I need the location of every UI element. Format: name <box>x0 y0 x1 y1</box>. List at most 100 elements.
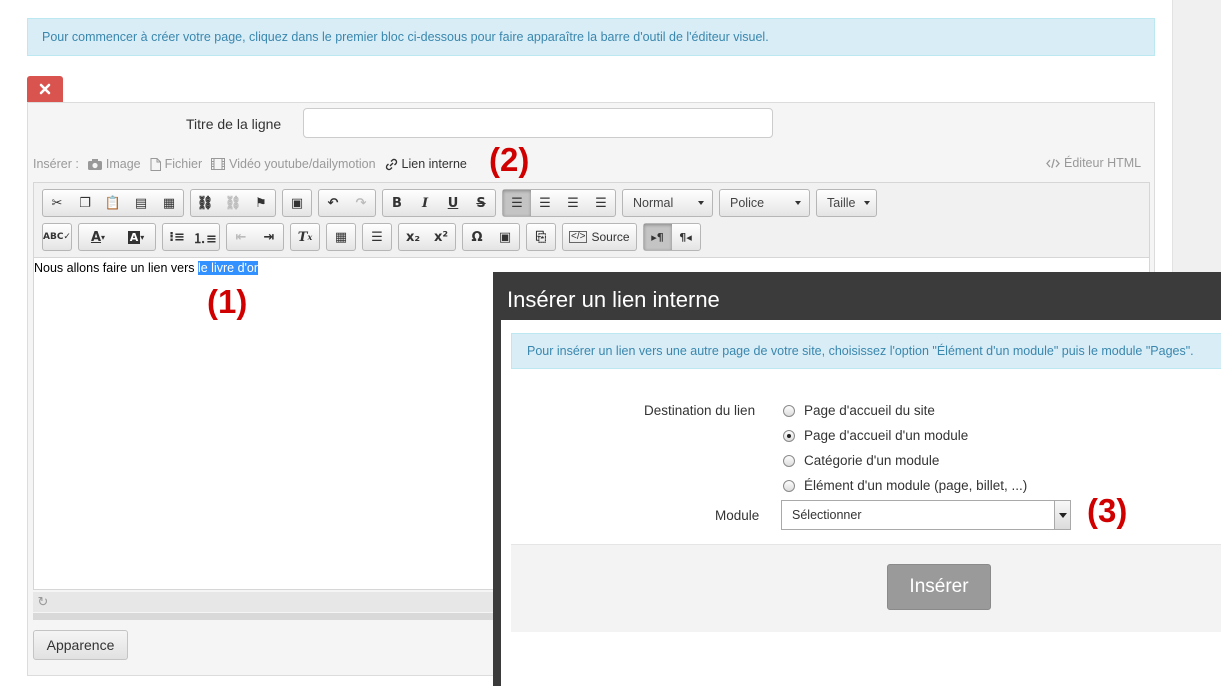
annotation-1: (1) <box>207 283 248 320</box>
align-center-icon[interactable]: ☰ <box>531 190 559 216</box>
delete-row-button[interactable] <box>27 76 63 102</box>
ltr-button[interactable]: ▸¶ <box>643 224 672 250</box>
insert-file-link[interactable]: Fichier <box>150 157 203 171</box>
cut-icon[interactable]: ✂ <box>43 190 71 216</box>
numbered-list-icon[interactable]: ⒈≡ <box>191 224 219 250</box>
link-icon <box>385 158 397 170</box>
paste-word-icon[interactable]: ▦ <box>155 190 183 216</box>
indent-icon[interactable]: ⇥ <box>255 224 283 250</box>
align-left-icon[interactable]: ☰ <box>503 190 531 216</box>
source-label: Source <box>591 230 630 244</box>
editor-text-before: Nous allons faire un lien vers <box>34 261 198 275</box>
module-select[interactable]: Sélectionner <box>781 500 1071 530</box>
insert-file-label: Fichier <box>164 157 203 171</box>
link-icon[interactable]: ⛓ <box>191 190 219 216</box>
indent-group: ⇤ ⇥ <box>226 223 284 251</box>
html-editor-link[interactable]: Éditeur HTML <box>1046 156 1141 170</box>
info-banner: Pour commencer à créer votre page, cliqu… <box>27 18 1155 56</box>
superscript-button[interactable]: x² <box>427 224 455 250</box>
annotation-2: (2) <box>489 141 530 178</box>
bold-button[interactable]: B <box>383 190 411 216</box>
insert-bar: Insérer : Image Fichier Vidéo youtube/da… <box>33 156 476 172</box>
close-icon <box>39 83 51 95</box>
subscript-button[interactable]: x₂ <box>399 224 427 250</box>
list-group: ⁝≡ ⒈≡ <box>162 223 220 251</box>
refresh-icon[interactable]: ↻ <box>35 594 51 610</box>
font-combo[interactable]: Police <box>719 189 810 217</box>
text-color-icon[interactable]: A ▾ <box>79 224 117 250</box>
redo-icon[interactable]: ↷ <box>347 190 375 216</box>
special-char-button[interactable]: Ω <box>463 224 491 250</box>
size-combo-value: Taille <box>827 196 856 210</box>
radio-label: Page d'accueil d'un module <box>804 428 969 443</box>
image-icon[interactable]: ▣ <box>283 190 311 216</box>
insert-internal-link[interactable]: Lien interne <box>385 157 467 171</box>
font-combo-value: Police <box>730 196 765 210</box>
underline-button[interactable]: U <box>439 190 467 216</box>
dialog-title: Insérer un lien interne <box>501 278 1221 320</box>
radio-button[interactable] <box>783 454 795 467</box>
table-icon[interactable]: ▦ <box>327 224 355 250</box>
bulleted-list-icon[interactable]: ⁝≡ <box>163 224 191 250</box>
destination-label: Destination du lien <box>644 403 756 418</box>
chevron-down-icon <box>863 201 870 205</box>
align-right-icon[interactable]: ☰ <box>559 190 587 216</box>
insert-label: Insérer : <box>33 157 79 171</box>
insert-video-link[interactable]: Vidéo youtube/dailymotion <box>211 157 376 171</box>
italic-button[interactable]: I <box>411 190 439 216</box>
copy-icon[interactable]: ❐ <box>71 190 99 216</box>
preview-icon[interactable]: ⎘ <box>527 224 555 250</box>
html-editor-label: Éditeur HTML <box>1064 156 1142 170</box>
radio-site-home[interactable]: Page d'accueil du site <box>783 403 935 418</box>
horizontal-rule-icon[interactable]: ☰ <box>363 224 391 250</box>
direction-group: ▸¶ ¶◂ <box>642 223 701 251</box>
spellcheck-icon[interactable]: ABC✓ <box>43 224 71 250</box>
outdent-icon[interactable]: ⇤ <box>227 224 255 250</box>
row-title-input[interactable] <box>303 108 773 138</box>
insert-image-link[interactable]: Image <box>87 157 141 171</box>
align-group: ☰ ☰ ☰ ☰ <box>502 189 616 217</box>
module-select-value: Sélectionner <box>792 508 862 522</box>
radio-button[interactable] <box>783 404 795 417</box>
media-embed-icon[interactable]: ▣ <box>491 224 519 250</box>
dialog-footer <box>511 544 1221 632</box>
hr-group: ☰ <box>362 223 392 251</box>
camera-icon <box>87 158 102 170</box>
anchor-flag-icon[interactable]: ⚑ <box>247 190 275 216</box>
radio-label: Page d'accueil du site <box>804 403 935 418</box>
radio-module-category[interactable]: Catégorie d'un module <box>783 453 939 468</box>
size-combo[interactable]: Taille <box>816 189 877 217</box>
bg-color-icon[interactable]: A ▾ <box>117 224 155 250</box>
radio-button-checked[interactable] <box>783 429 795 442</box>
remove-format-icon[interactable]: Tx <box>291 224 319 250</box>
undo-icon[interactable]: ↶ <box>319 190 347 216</box>
insert-button[interactable]: Insérer <box>887 564 991 610</box>
radio-button[interactable] <box>783 479 795 492</box>
source-button[interactable]: </> Source <box>563 224 636 250</box>
format-combo-value: Normal <box>633 196 674 210</box>
toolbar-row-2: ABC✓ A▾ A▾ ⁝≡ ⒈≡ ⇤ ⇥ Tx ▦ ☰ x₂ x² Ω ▣ <box>42 223 707 251</box>
format-combo[interactable]: Normal <box>622 189 713 217</box>
rtl-button[interactable]: ¶◂ <box>672 224 700 250</box>
chevron-down-icon <box>795 201 801 205</box>
chevron-down-icon <box>698 201 704 205</box>
appearance-button[interactable]: Apparence <box>33 630 128 660</box>
toolbar-row-1: ✂ ❐ 📋 ▤ ▦ ⛓ ⛓ ⚑ ▣ ↶ ↷ B I U S ☰ ☰ ☰ ☰ No… <box>42 189 883 217</box>
image-group: ▣ <box>282 189 312 217</box>
internal-link-dialog: Insérer un lien interne Pour insérer un … <box>493 272 1221 686</box>
clear-format-group: Tx <box>290 223 320 251</box>
insert-internal-link-label: Lien interne <box>401 157 467 171</box>
clipboard-group: ✂ ❐ 📋 ▤ ▦ <box>42 189 184 217</box>
radio-module-home[interactable]: Page d'accueil d'un module <box>783 428 968 443</box>
horizontal-scrollbar[interactable] <box>33 613 493 620</box>
paste-text-icon[interactable]: ▤ <box>127 190 155 216</box>
file-icon <box>150 157 161 171</box>
paste-icon[interactable]: 📋 <box>99 190 127 216</box>
radio-label: Catégorie d'un module <box>804 453 940 468</box>
strike-button[interactable]: S <box>467 190 495 216</box>
unlink-icon[interactable]: ⛓ <box>219 190 247 216</box>
color-group: A ▾ A ▾ <box>78 223 156 251</box>
film-icon <box>211 158 226 170</box>
radio-module-element[interactable]: Élément d'un module (page, billet, ...) <box>783 478 1027 493</box>
align-justify-icon[interactable]: ☰ <box>587 190 615 216</box>
